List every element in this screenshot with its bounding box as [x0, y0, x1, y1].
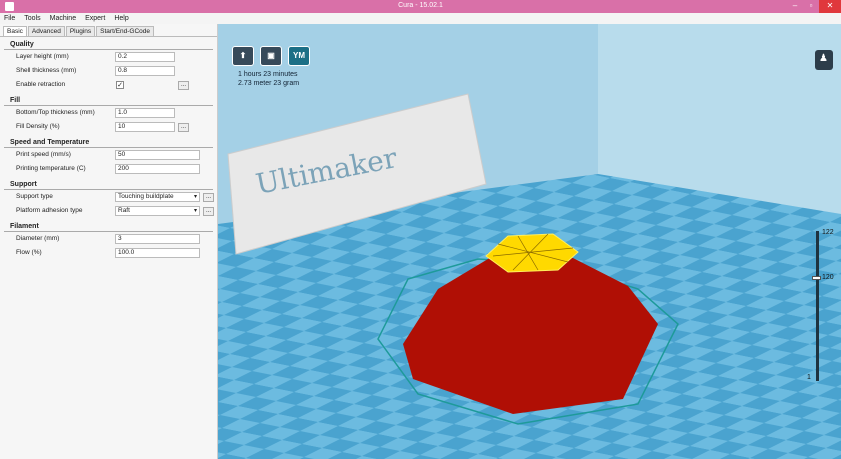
- flow-label: Flow (%): [16, 249, 42, 256]
- close-button[interactable]: ✕: [819, 0, 841, 13]
- shell-thickness-label: Shell thickness (mm): [16, 67, 77, 74]
- tab-start-end-gcode[interactable]: Start/End-GCode: [96, 26, 155, 36]
- platform-adhesion-value: Raft: [118, 207, 130, 214]
- youmagine-button[interactable]: YM: [288, 46, 310, 66]
- platform-adhesion-select[interactable]: Raft ▾: [115, 206, 200, 216]
- layer-bottom-label: 1: [807, 374, 811, 381]
- fill-density-label: Fill Density (%): [16, 123, 60, 130]
- menu-help[interactable]: Help: [114, 15, 128, 22]
- fill-density-row: Fill Density (%) 10 ...: [0, 121, 217, 134]
- fill-density-input[interactable]: 10: [115, 122, 175, 132]
- bottom-top-label: Bottom/Top thickness (mm): [16, 109, 95, 116]
- section-fill: Fill: [4, 93, 213, 106]
- platform-adhesion-label: Platform adhesion type: [16, 207, 83, 214]
- support-type-label: Support type: [16, 193, 53, 200]
- layer-top-label: 122: [822, 229, 834, 236]
- save-icon: ▣: [267, 51, 275, 60]
- section-filament: Filament: [4, 219, 213, 232]
- layer-slider-track[interactable]: [816, 231, 819, 381]
- bottom-top-row: Bottom/Top thickness (mm) 1.0: [0, 107, 217, 120]
- load-model-button[interactable]: ⬆: [232, 46, 254, 66]
- printing-temp-row: Printing temperature (C) 200: [0, 163, 217, 176]
- support-type-row: Support type Touching buildplate ▾ ...: [0, 191, 217, 204]
- menu-tools[interactable]: Tools: [24, 15, 40, 22]
- menu-machine[interactable]: Machine: [50, 15, 76, 22]
- save-toolpath-button[interactable]: ▣: [260, 46, 282, 66]
- shell-thickness-row: Shell thickness (mm) 0.8: [0, 65, 217, 78]
- printing-temp-label: Printing temperature (C): [16, 165, 86, 172]
- minimize-button[interactable]: –: [787, 0, 803, 13]
- adhesion-settings-button[interactable]: ...: [203, 207, 214, 216]
- menu-bar: File Tools Machine Expert Help: [0, 13, 841, 24]
- support-settings-button[interactable]: ...: [203, 193, 214, 202]
- diameter-row: Diameter (mm) 3: [0, 233, 217, 246]
- shell-thickness-input[interactable]: 0.8: [115, 66, 175, 76]
- flow-row: Flow (%) 100.0: [0, 247, 217, 260]
- support-type-select[interactable]: Touching buildplate ▾: [115, 192, 200, 202]
- retraction-settings-button[interactable]: ...: [178, 81, 189, 90]
- scene: Ultimaker: [218, 24, 841, 459]
- menu-file[interactable]: File: [4, 15, 15, 22]
- print-time-text: 1 hours 23 minutes: [238, 71, 298, 78]
- material-text: 2.73 meter 23 gram: [238, 80, 300, 87]
- menu-expert[interactable]: Expert: [85, 15, 105, 22]
- section-quality: Quality: [4, 37, 213, 50]
- window-title: Cura - 15.02.1: [398, 2, 443, 9]
- load-icon: ⬆: [239, 51, 247, 60]
- tab-basic[interactable]: Basic: [3, 26, 27, 36]
- title-bar: Cura - 15.02.1 – ▫ ✕: [0, 0, 841, 13]
- bottom-top-input[interactable]: 1.0: [115, 108, 175, 118]
- support-type-value: Touching buildplate: [118, 193, 174, 200]
- layer-height-label: Layer height (mm): [16, 53, 69, 60]
- printing-temp-input[interactable]: 200: [115, 164, 200, 174]
- maximize-button[interactable]: ▫: [803, 0, 819, 13]
- section-support: Support: [4, 177, 213, 190]
- diameter-input[interactable]: 3: [115, 234, 200, 244]
- chevron-down-icon: ▾: [193, 194, 197, 200]
- settings-tabs: Basic Advanced Plugins Start/End-GCode: [0, 24, 217, 37]
- diameter-label: Diameter (mm): [16, 235, 60, 242]
- section-speed: Speed and Temperature: [4, 135, 213, 148]
- layer-slider-knob[interactable]: [812, 276, 821, 280]
- platform-adhesion-row: Platform adhesion type Raft ▾ ...: [0, 205, 217, 218]
- print-speed-input[interactable]: 50: [115, 150, 200, 160]
- print-speed-row: Print speed (mm/s) 50: [0, 149, 217, 162]
- settings-panel: Basic Advanced Plugins Start/End-GCode Q…: [0, 24, 218, 459]
- tab-plugins[interactable]: Plugins: [65, 26, 96, 36]
- retraction-row: Enable retraction ✓ ...: [0, 79, 217, 92]
- print-speed-label: Print speed (mm/s): [16, 151, 71, 158]
- 3d-viewport[interactable]: Ultimaker ⬆ ▣ YM 1 hours 23 minutes 2.73…: [218, 24, 841, 459]
- flow-input[interactable]: 100.0: [115, 248, 200, 258]
- layer-height-input[interactable]: 0.2: [115, 52, 175, 62]
- chevron-down-icon: ▾: [193, 208, 197, 214]
- layer-current-label: 120: [822, 274, 834, 281]
- layer-height-row: Layer height (mm) 0.2: [0, 51, 217, 64]
- view-mode-icon: ♟: [819, 53, 828, 64]
- retraction-label: Enable retraction: [16, 81, 66, 88]
- tab-advanced[interactable]: Advanced: [27, 26, 65, 36]
- retraction-checkbox[interactable]: ✓: [116, 81, 124, 89]
- view-mode-button[interactable]: ♟: [815, 50, 833, 70]
- fill-settings-button[interactable]: ...: [178, 123, 189, 132]
